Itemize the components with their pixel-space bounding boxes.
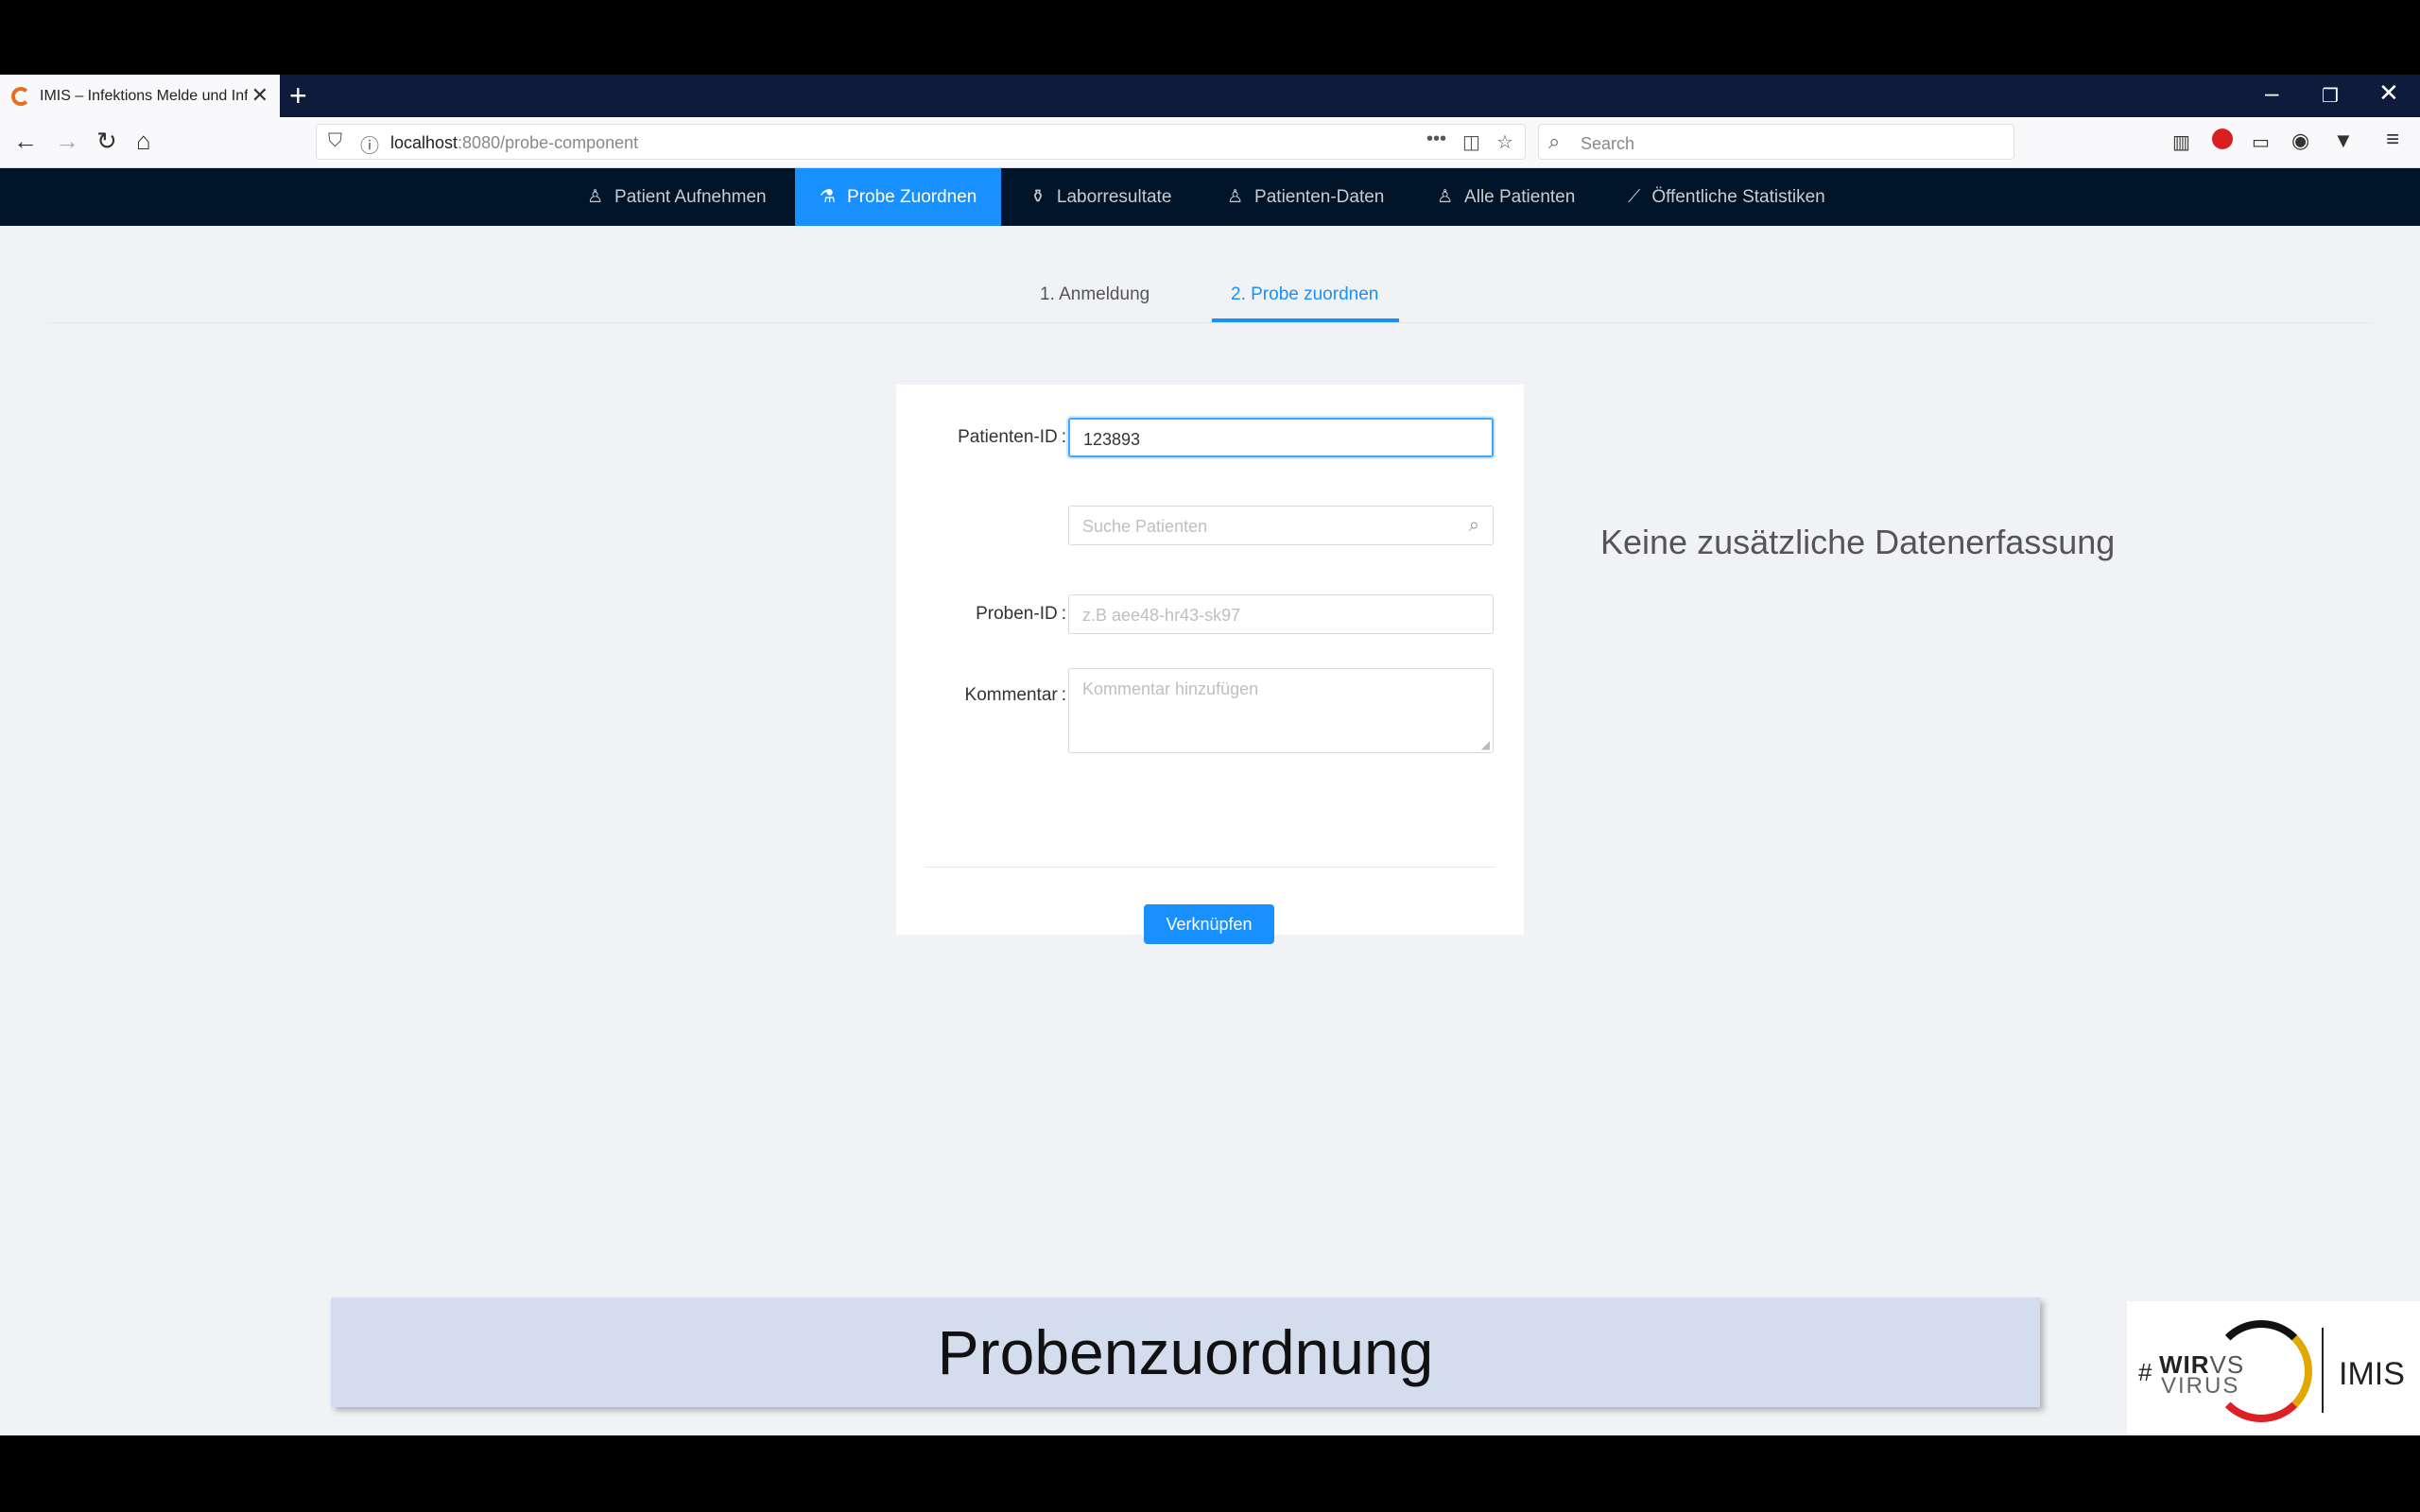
verknuepfen-button[interactable]: Verknüpfen [1144, 904, 1274, 944]
nav-probe-zuordnen[interactable]: ⚗ Probe Zuordnen [795, 168, 1002, 226]
kommentar-label: Kommentar: [964, 685, 1066, 705]
patient-id-value: 123893 [1083, 430, 1141, 449]
user-icon: ♙ [587, 187, 604, 207]
user-icon: ♙ [1227, 187, 1244, 207]
proben-id-input[interactable]: z.B aee48-hr43-sk97 [1068, 594, 1494, 634]
library-icon[interactable]: ▥ [2172, 130, 2190, 154]
patient-id-label-text: Patienten-ID [958, 427, 1058, 447]
chart-icon: ⟋ [1628, 186, 1641, 207]
logo-imis: IMIS [2339, 1356, 2405, 1392]
minimize-icon[interactable]: – [2265, 78, 2278, 108]
favicon-icon [11, 86, 30, 106]
hamburger-menu-icon[interactable]: ≡ [2386, 127, 2399, 153]
nav-label: Öffentliche Statistiken [1651, 186, 1825, 207]
page-actions-icon[interactable]: ••• [1426, 129, 1446, 150]
experiment-icon: ⚗ [820, 187, 837, 207]
kommentar-placeholder: Kommentar hinzufügen [1082, 679, 1259, 698]
form-divider [925, 867, 1495, 868]
browser-search-field[interactable]: ⌕ Search [1538, 124, 2014, 160]
step-anmeldung[interactable]: 1. Anmeldung [1040, 284, 1150, 305]
info-icon[interactable]: ⓘ [360, 130, 379, 158]
browser-navbar: ← → ↻ ⌂ ⛉ ⓘ localhost:8080/probe-compone… [0, 117, 2420, 168]
nav-label: Alle Patienten [1464, 186, 1576, 207]
search-icon[interactable]: ⌕ [1469, 515, 1479, 537]
kommentar-textarea[interactable]: Kommentar hinzufügen ◢ [1068, 668, 1494, 753]
url-bar[interactable]: ⛉ ⓘ localhost:8080/probe-component ••• ◫… [316, 124, 1526, 160]
forward-icon[interactable]: → [55, 127, 79, 156]
search-icon: ⌕ [1548, 129, 1561, 153]
url-path: :8080/probe-component [458, 133, 639, 152]
logo-hash: # [2138, 1358, 2152, 1386]
browser-tab[interactable]: IMIS – Infektions Melde und Inf ✕ [0, 75, 280, 117]
patient-id-label: Patienten-ID: [958, 427, 1066, 447]
steps-divider [47, 322, 2373, 323]
browser-search-placeholder: Search [1581, 134, 1635, 153]
kommentar-label-text: Kommentar [964, 685, 1058, 705]
close-tab-icon[interactable]: ✕ [251, 83, 268, 108]
caption-banner: Probenzuordnung [331, 1297, 2040, 1407]
sidebar-icon[interactable]: ▭ [2252, 130, 2270, 154]
screen-frame: IMIS – Infektions Melde und Inf ✕ + – ❐ … [0, 75, 2420, 1435]
nav-patienten-daten[interactable]: ♙ Patienten-Daten [1202, 168, 1409, 226]
nav-laborresultate[interactable]: ⚱ Laborresultate [1006, 168, 1196, 226]
nav-alle-patienten[interactable]: ♙ Alle Patienten [1412, 168, 1599, 226]
team-icon: ♙ [1437, 187, 1454, 207]
pocket-icon[interactable]: ◫ [1462, 130, 1480, 154]
reload-icon[interactable]: ↻ [96, 127, 117, 156]
app-navigation: ♙ Patient Aufnehmen ⚗ Probe Zuordnen ⚱ L… [0, 168, 2420, 226]
url-host: localhost [390, 133, 458, 152]
home-icon[interactable]: ⌂ [136, 127, 151, 156]
search-patient-input[interactable]: Suche Patienten ⌕ [1068, 506, 1494, 545]
patient-id-input[interactable]: 123893 [1068, 418, 1494, 457]
account-icon[interactable]: ◉ [2291, 129, 2309, 153]
new-tab-icon[interactable]: + [289, 78, 307, 113]
nav-oeffentliche-statistiken[interactable]: ⟋ Öffentliche Statistiken [1603, 168, 1850, 226]
wirvsvirus-imis-logo: # WIRVS VIRUS IMIS [2127, 1301, 2420, 1434]
nav-label: Patient Aufnehmen [614, 186, 767, 207]
restore-icon[interactable]: ❐ [2322, 84, 2339, 108]
nav-patient-aufnehmen[interactable]: ♙ Patient Aufnehmen [562, 168, 791, 226]
url-text[interactable]: localhost:8080/probe-component [390, 133, 638, 153]
browser-tabstrip: IMIS – Infektions Melde und Inf ✕ + – ❐ … [0, 75, 2420, 117]
window-close-icon[interactable]: ✕ [2378, 78, 2399, 108]
back-icon[interactable]: ← [13, 127, 38, 156]
active-step-indicator [1212, 318, 1399, 322]
bookmark-star-icon[interactable]: ☆ [1496, 130, 1513, 154]
extension-icon[interactable]: ▼ [2333, 129, 2354, 153]
nav-label: Patienten-Daten [1254, 186, 1385, 207]
side-note: Keine zusätzliche Datenerfassung [1600, 523, 2116, 561]
proben-id-label-text: Proben-ID [976, 604, 1058, 624]
adblock-icon[interactable] [2212, 129, 2233, 149]
search-patient-placeholder: Suche Patienten [1082, 517, 1208, 536]
nav-label: Laborresultate [1056, 186, 1172, 207]
flask-icon: ⚱ [1030, 187, 1046, 207]
probe-form-card: Patienten-ID: 123893 Suche Patienten ⌕ P… [896, 385, 1524, 944]
step-probe-zuordnen[interactable]: 2. Probe zuordnen [1231, 284, 1378, 305]
browser-tab-title: IMIS – Infektions Melde und Inf [40, 87, 248, 104]
resize-handle-icon[interactable]: ◢ [1481, 738, 1490, 751]
logo-virus: VIRUS [2161, 1373, 2240, 1399]
nav-label: Probe Zuordnen [847, 186, 977, 207]
proben-id-placeholder: z.B aee48-hr43-sk97 [1082, 606, 1241, 625]
shield-icon[interactable]: ⛉ [328, 130, 342, 152]
proben-id-label: Proben-ID: [976, 604, 1066, 624]
logo-separator [2322, 1328, 2324, 1413]
